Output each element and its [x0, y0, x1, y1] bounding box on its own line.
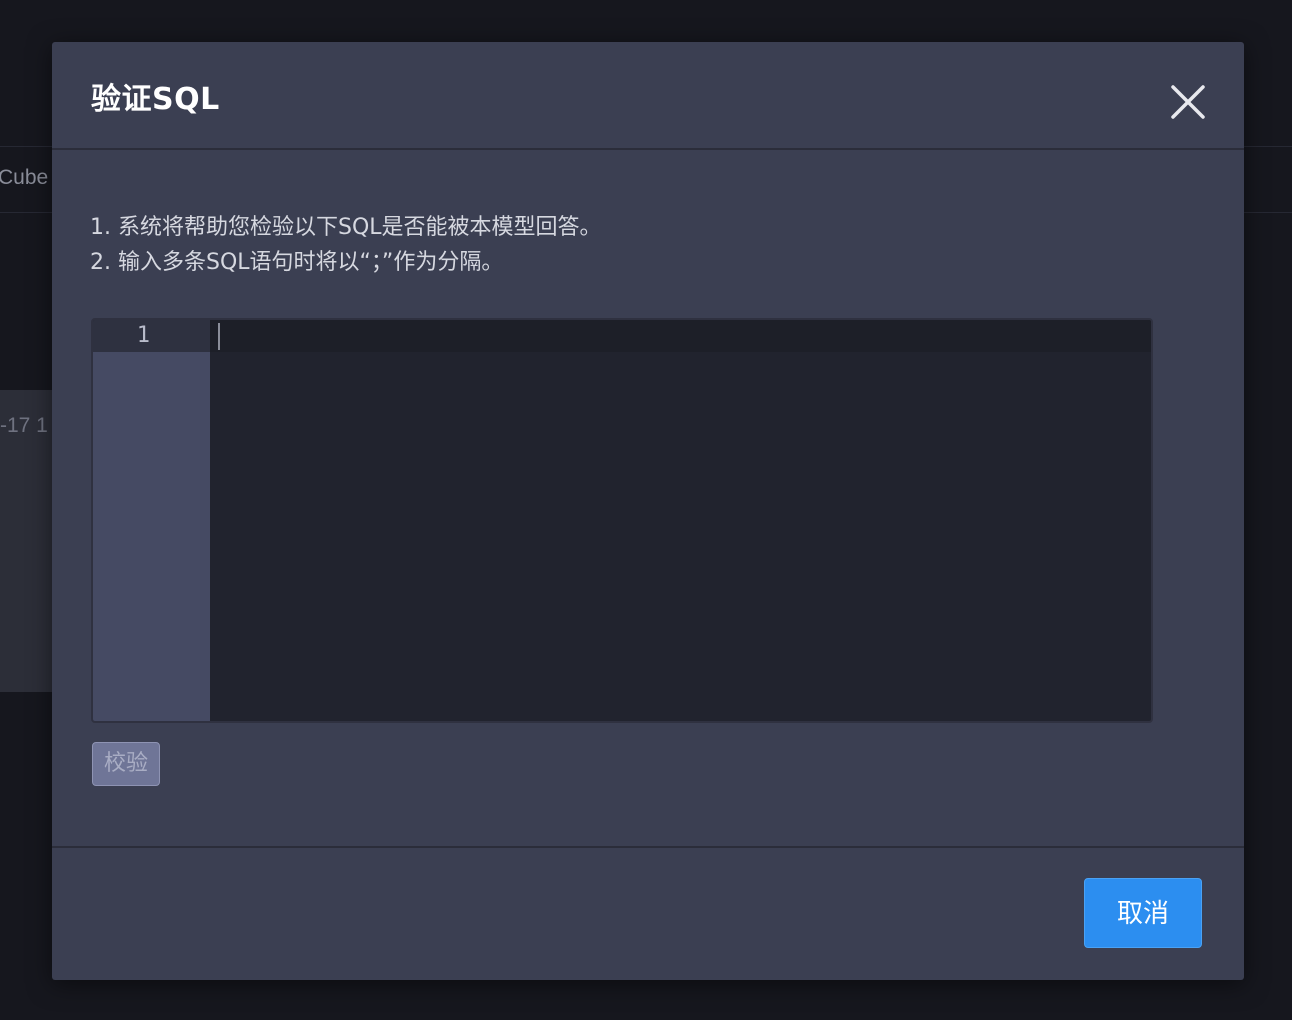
text-cursor: [218, 323, 220, 350]
background-date-text: -17 1: [0, 414, 48, 437]
dialog-header: 验证SQL: [52, 42, 1244, 150]
background-tab-label: Cube: [0, 166, 49, 189]
footer-divider: [52, 846, 1244, 848]
line-number: 1: [136, 323, 150, 348]
instruction-line: 1. 系统将帮助您检验以下SQL是否能被本模型回答。: [90, 215, 602, 240]
instructions: 1. 系统将帮助您检验以下SQL是否能被本模型回答。 2. 输入多条SQL语句时…: [90, 210, 602, 280]
instruction-line: 2. 输入多条SQL语句时将以“；”作为分隔。: [90, 250, 504, 275]
editor-gutter: [93, 320, 210, 721]
cancel-button[interactable]: 取消: [1084, 878, 1202, 948]
close-button[interactable]: [1168, 82, 1208, 122]
sql-input[interactable]: [210, 320, 1151, 721]
close-icon: [1171, 85, 1205, 119]
sql-editor: 1: [91, 318, 1153, 723]
verify-sql-dialog: 验证SQL 1. 系统将帮助您检验以下SQL是否能被本模型回答。 2. 输入多条…: [52, 42, 1244, 980]
dialog-title: 验证SQL: [91, 82, 220, 117]
verify-button[interactable]: 校验: [92, 742, 160, 786]
